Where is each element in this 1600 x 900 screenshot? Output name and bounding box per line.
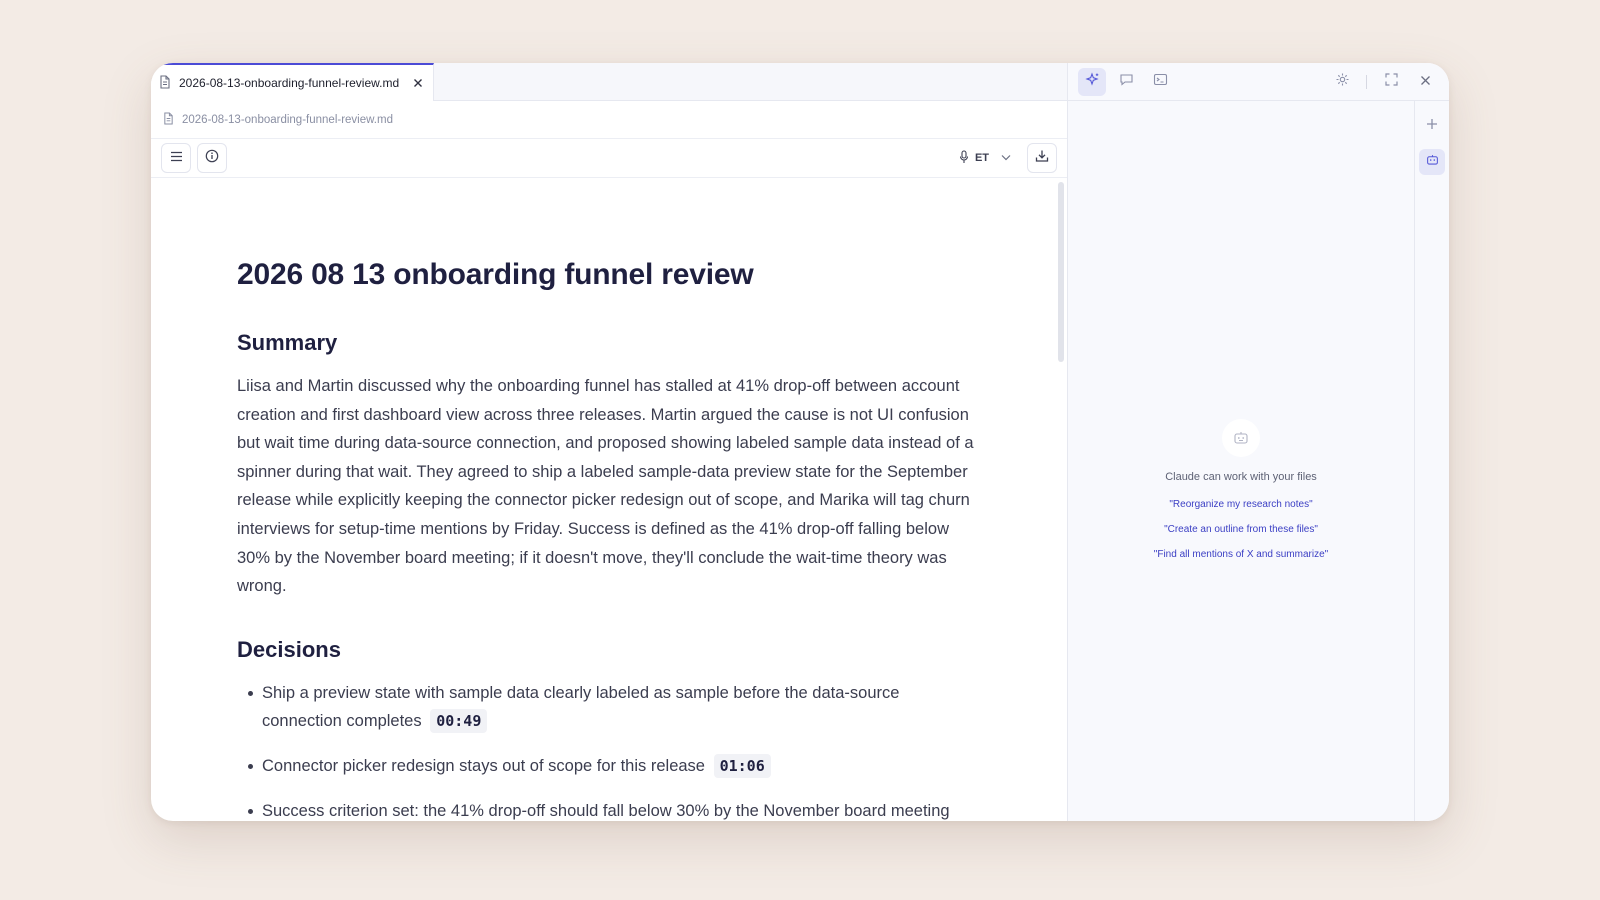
chat-session-button[interactable] xyxy=(1419,149,1445,175)
gear-icon xyxy=(1335,72,1350,92)
chat-bubble-icon xyxy=(1119,72,1134,92)
decision-text: Connector picker redesign stays out of s… xyxy=(262,756,705,775)
ai-assistant-button[interactable] xyxy=(1078,67,1106,96)
decisions-heading: Decisions xyxy=(237,636,341,662)
editor-pane: 2026-08-13-onboarding-funnel-review.md 2… xyxy=(151,63,1068,821)
file-icon xyxy=(163,111,174,128)
bot-icon xyxy=(1222,419,1260,457)
settings-button[interactable] xyxy=(1328,68,1356,96)
language-code: ET xyxy=(974,152,989,164)
bot-icon xyxy=(1426,153,1439,171)
breadcrumb-label[interactable]: 2026-08-13-onboarding-funnel-review.md xyxy=(182,114,393,126)
summary-heading: Summary xyxy=(237,330,338,355)
editor-toolbar: ET xyxy=(151,139,1067,178)
document-body[interactable]: 2026 08 13 onboarding funnel review Summ… xyxy=(151,178,1067,821)
terminal-icon xyxy=(1153,72,1168,92)
list-item: Success criterion set: the 41% drop-off … xyxy=(237,797,979,821)
decisions-list: Ship a preview state with sample data cl… xyxy=(237,679,979,821)
close-panel-button[interactable] xyxy=(1411,68,1439,96)
toolbar-divider xyxy=(1366,74,1367,89)
suggestion-link[interactable]: "Create an outline from these files" xyxy=(1164,524,1318,535)
tab-bar: 2026-08-13-onboarding-funnel-review.md xyxy=(151,63,1067,101)
transcription-language[interactable]: ET xyxy=(959,149,989,167)
expand-button[interactable] xyxy=(1377,68,1405,96)
decision-text: Ship a preview state with sample data cl… xyxy=(262,683,900,731)
info-button[interactable] xyxy=(197,143,227,173)
timestamp-chip[interactable]: 01:06 xyxy=(713,753,771,778)
close-tab-icon[interactable] xyxy=(413,75,423,91)
suggestion-link[interactable]: "Reorganize my research notes" xyxy=(1169,499,1312,510)
microphone-icon xyxy=(959,149,969,167)
scrollbar-thumb[interactable] xyxy=(1058,182,1064,362)
outline-menu-button[interactable] xyxy=(161,143,191,173)
tab-label: 2026-08-13-onboarding-funnel-review.md xyxy=(179,76,400,90)
assistant-pane: Claude can work with your files "Reorgan… xyxy=(1068,63,1449,821)
assistant-rail xyxy=(1414,101,1449,821)
plus-icon xyxy=(1426,117,1438,135)
list-item: Ship a preview state with sample data cl… xyxy=(237,679,979,736)
empty-state-title: Claude can work with your files xyxy=(1165,471,1317,483)
expand-icon xyxy=(1384,72,1398,91)
menu-icon xyxy=(170,149,183,167)
chevron-down-icon[interactable] xyxy=(1001,152,1011,164)
export-button[interactable] xyxy=(1027,143,1057,173)
timestamp-chip[interactable]: 00:49 xyxy=(430,709,488,734)
terminal-button[interactable] xyxy=(1146,68,1174,96)
comments-button[interactable] xyxy=(1112,68,1140,96)
list-item: Connector picker redesign stays out of s… xyxy=(237,752,979,781)
sparkle-icon xyxy=(1084,71,1100,92)
download-icon xyxy=(1035,149,1049,168)
tab-document[interactable]: 2026-08-13-onboarding-funnel-review.md xyxy=(151,63,435,101)
file-icon xyxy=(159,74,171,92)
info-icon xyxy=(205,149,219,168)
assistant-empty-state: Claude can work with your files "Reorgan… xyxy=(1068,101,1414,821)
breadcrumb: 2026-08-13-onboarding-funnel-review.md xyxy=(151,101,1067,139)
decision-text: Success criterion set: the 41% drop-off … xyxy=(262,801,950,820)
close-icon xyxy=(1420,73,1431,91)
suggestion-link[interactable]: "Find all mentions of X and summarize" xyxy=(1154,549,1328,560)
document-title: 2026 08 13 onboarding funnel review xyxy=(237,258,754,291)
assistant-body: Claude can work with your files "Reorgan… xyxy=(1068,101,1449,821)
new-chat-button[interactable] xyxy=(1419,113,1445,139)
app-window: 2026-08-13-onboarding-funnel-review.md 2… xyxy=(151,63,1449,821)
assistant-toolbar xyxy=(1068,63,1449,101)
summary-paragraph: Liisa and Martin discussed why the onboa… xyxy=(237,377,974,596)
